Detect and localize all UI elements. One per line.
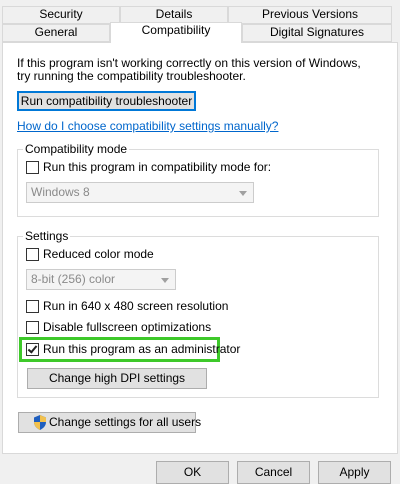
reduced-color-label[interactable]: Reduced color mode [43,247,154,261]
apply-button[interactable]: Apply [318,461,391,484]
intro-line-2: try running the compatibility troublesho… [17,69,246,83]
tab-previous-versions[interactable]: Previous Versions [228,6,392,24]
change-dpi-button[interactable]: Change high DPI settings [27,368,207,389]
compat-os-select[interactable]: Windows 8 [26,182,254,203]
compat-mode-label[interactable]: Run this program in compatibility mode f… [43,160,271,174]
compat-mode-checkbox[interactable] [26,161,39,174]
cancel-button[interactable]: Cancel [237,461,310,484]
chevron-down-icon [239,191,247,196]
tab-general[interactable]: General [2,24,110,42]
compatibility-panel: If this program isn't working correctly … [2,42,398,454]
tab-digital-signatures[interactable]: Digital Signatures [242,24,392,42]
checkmark-icon [27,343,38,354]
res-640-checkbox[interactable] [26,300,39,313]
ok-button[interactable]: OK [156,461,229,484]
res-640-label[interactable]: Run in 640 x 480 screen resolution [43,299,228,313]
tab-compatibility[interactable]: Compatibility [110,22,242,43]
color-depth-select[interactable]: 8-bit (256) color [26,269,176,290]
reduced-color-checkbox[interactable] [26,248,39,261]
run-as-admin-checkbox[interactable] [26,343,39,356]
color-depth-value: 8-bit (256) color [31,272,116,286]
settings-title: Settings [23,229,71,243]
run-troubleshooter-button[interactable]: Run compatibility troubleshooter [17,91,196,111]
properties-dialog: Security Details Previous Versions Gener… [0,0,400,484]
fullscreen-opt-checkbox[interactable] [26,321,39,334]
run-as-admin-label[interactable]: Run this program as an administrator [43,342,240,356]
change-all-users-label: Change settings for all users [49,415,202,429]
fullscreen-opt-label[interactable]: Disable fullscreen optimizations [43,320,211,334]
compat-mode-title: Compatibility mode [23,142,130,156]
intro-line-1: If this program isn't working correctly … [17,56,361,70]
uac-shield-icon [34,415,46,430]
manual-settings-link[interactable]: How do I choose compatibility settings m… [17,119,278,133]
tab-security[interactable]: Security [2,6,120,24]
change-all-users-button[interactable]: Change settings for all users [18,412,201,433]
chevron-down-icon [161,278,169,283]
compat-os-value: Windows 8 [31,185,90,199]
